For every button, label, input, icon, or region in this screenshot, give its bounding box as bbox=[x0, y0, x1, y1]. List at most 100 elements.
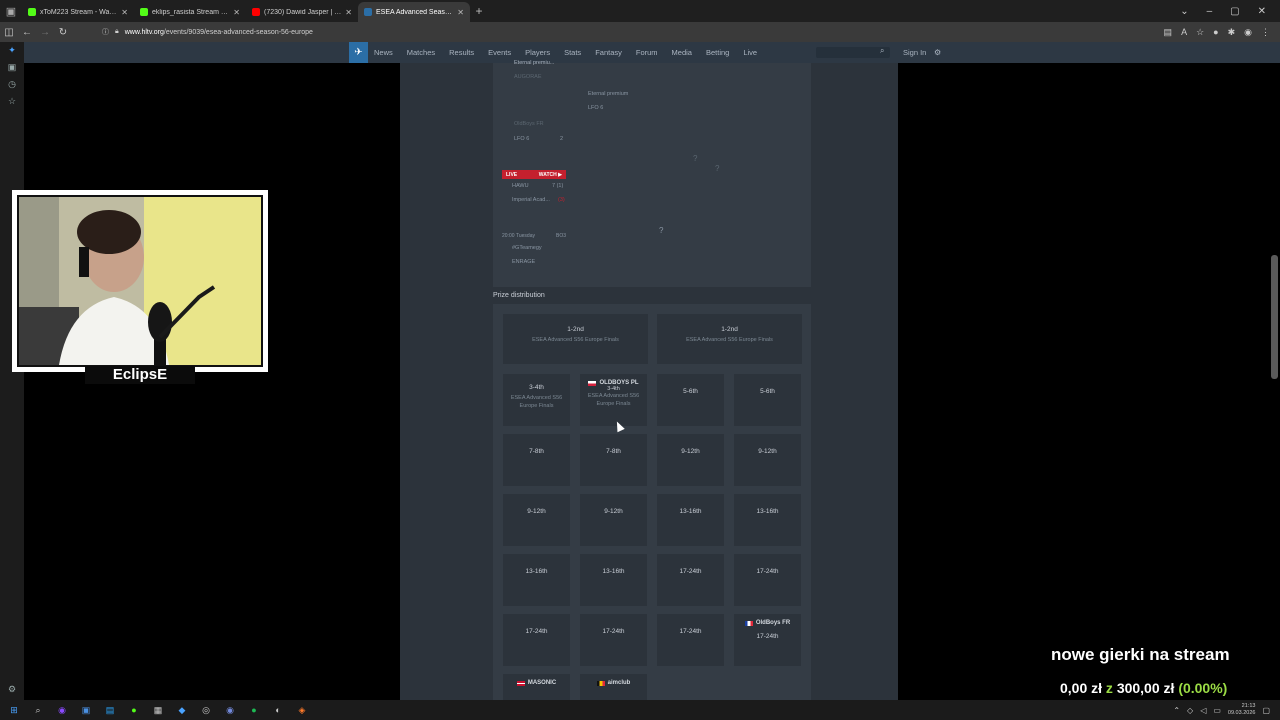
bracket-team[interactable]: AUGORAE bbox=[514, 74, 542, 80]
volume-icon[interactable]: ◁ bbox=[1200, 706, 1206, 715]
app-icon[interactable]: ▣ bbox=[78, 703, 94, 717]
history-icon[interactable]: ◷ bbox=[0, 76, 24, 93]
app-icon[interactable]: ◉ bbox=[54, 703, 70, 717]
bracket-team[interactable]: Imperial Acad... bbox=[512, 197, 550, 203]
chevron-up-icon[interactable]: ⌃ bbox=[1173, 706, 1180, 715]
unknown-team: ? bbox=[659, 226, 664, 235]
nav-news[interactable]: News bbox=[374, 48, 393, 57]
network-icon[interactable]: ◇ bbox=[1187, 706, 1193, 715]
tab-actions-icon[interactable]: ◫ bbox=[0, 27, 18, 38]
app-icon[interactable]: ▦ bbox=[150, 703, 166, 717]
youtube-icon bbox=[252, 8, 260, 16]
close-icon[interactable]: ✕ bbox=[457, 8, 464, 17]
nav-betting[interactable]: Betting bbox=[706, 48, 729, 57]
nav-live[interactable]: Live bbox=[743, 48, 757, 57]
team-aimclub[interactable]: aimclub bbox=[596, 680, 630, 686]
spotify-icon[interactable]: ● bbox=[246, 703, 262, 717]
new-tab-button[interactable]: + bbox=[470, 4, 488, 18]
url-field[interactable]: ⓘ 🔒︎ www.hltv.org/events/9039/esea-advan… bbox=[102, 27, 313, 37]
star-icon[interactable]: ☆ bbox=[1196, 27, 1204, 38]
favorites-icon[interactable]: ☆ bbox=[0, 93, 24, 110]
bracket-team[interactable]: Eternal premium bbox=[588, 91, 628, 97]
browser-tabstrip: ▣ xToM223 Stream - Watch Li✕ eklips_rasi… bbox=[0, 0, 1280, 22]
hltv-icon bbox=[364, 8, 372, 16]
discord-icon[interactable]: ◉ bbox=[222, 703, 238, 717]
bracket-team[interactable]: #GTeamegy bbox=[512, 245, 542, 251]
back-icon[interactable]: ← bbox=[18, 27, 36, 38]
app-icon[interactable]: ◈ bbox=[294, 703, 310, 717]
search-input[interactable] bbox=[816, 47, 890, 58]
sidebar-toggle-icon[interactable]: ▣ bbox=[0, 0, 22, 22]
bracket-team[interactable]: ENRAGE bbox=[512, 259, 535, 265]
nav-stats[interactable]: Stats bbox=[564, 48, 581, 57]
settings-icon[interactable]: ⚙ bbox=[8, 684, 16, 695]
nav-players[interactable]: Players bbox=[525, 48, 550, 57]
copilot-icon[interactable]: ✦ bbox=[0, 42, 24, 59]
search-icon[interactable]: ⌕ bbox=[880, 46, 884, 56]
close-icon[interactable]: ✕ bbox=[121, 8, 128, 17]
bracket-team[interactable]: LFO 6 bbox=[514, 136, 529, 142]
nav-fantasy[interactable]: Fantasy bbox=[595, 48, 622, 57]
nav-events[interactable]: Events bbox=[488, 48, 511, 57]
prize-distribution-title: Prize distribution bbox=[493, 292, 545, 299]
prize-cell: 13-16th bbox=[657, 494, 724, 546]
prize-cell: 13-16th bbox=[580, 554, 647, 606]
battery-icon[interactable]: ▭ bbox=[1213, 706, 1221, 715]
info-icon[interactable]: ⓘ bbox=[102, 27, 109, 37]
window-close-icon[interactable]: ✕ bbox=[1258, 6, 1266, 17]
bracket-team[interactable]: OldBoys FR bbox=[514, 121, 544, 127]
live-match-bar[interactable]: LIVE WATCH ▶ bbox=[502, 170, 566, 179]
app-icon[interactable]: ◆ bbox=[174, 703, 190, 717]
reload-icon[interactable]: ↻ bbox=[54, 27, 72, 38]
page-scrollbar[interactable] bbox=[1271, 255, 1278, 379]
bracket-team[interactable]: Eternal premiu... bbox=[514, 60, 554, 66]
bracket-team[interactable]: LFO 6 bbox=[588, 105, 603, 111]
reader-icon[interactable]: ▤ bbox=[1164, 27, 1173, 38]
tab-1[interactable]: xToM223 Stream - Watch Li✕ bbox=[22, 2, 134, 22]
bracket-team[interactable]: HAWU bbox=[512, 183, 529, 189]
tab-2[interactable]: eklips_rasista Stream - Kick Da✕ bbox=[134, 2, 246, 22]
prize-cell: OLDBOYS PL 3-4th ESEA Advanced S56 Europ… bbox=[580, 374, 647, 426]
nav-matches[interactable]: Matches bbox=[407, 48, 435, 57]
team-masonic[interactable]: MASONIC bbox=[516, 680, 556, 686]
gear-icon[interactable]: ⚙ bbox=[934, 48, 941, 57]
team-oldboys-fr[interactable]: OldBoys FR bbox=[744, 620, 790, 626]
steam-icon[interactable]: ◐ bbox=[270, 703, 286, 717]
prize-cell: MASONIC bbox=[503, 674, 570, 700]
nav-forum[interactable]: Forum bbox=[636, 48, 658, 57]
forward-icon[interactable]: → bbox=[36, 27, 54, 38]
translate-icon[interactable]: A bbox=[1181, 27, 1187, 38]
tab-4[interactable]: ESEA Advanced Season S6 Euro✕ bbox=[358, 2, 470, 22]
hltv-logo[interactable]: ✈ bbox=[349, 42, 368, 63]
streamer-name: EclipsE bbox=[85, 366, 195, 384]
profile-icon[interactable]: ◉ bbox=[1244, 27, 1252, 38]
menu-icon[interactable]: ⋮ bbox=[1261, 27, 1270, 38]
prize-cell: 1-2nd ESEA Advanced S56 Europe Finals bbox=[503, 314, 648, 364]
close-icon[interactable]: ✕ bbox=[345, 8, 352, 17]
watch-button[interactable]: WATCH ▶ bbox=[539, 172, 562, 178]
minimize-icon[interactable]: – bbox=[1207, 6, 1213, 17]
search-icon[interactable]: ⌕ bbox=[30, 703, 46, 717]
tab-search-icon[interactable]: ⌄ bbox=[1180, 6, 1188, 17]
bracket-score: (3) bbox=[558, 197, 565, 203]
nav-media[interactable]: Media bbox=[672, 48, 692, 57]
windows-start-icon[interactable]: ⊞ bbox=[6, 703, 22, 717]
prize-cell: 13-16th bbox=[734, 494, 801, 546]
app-icon[interactable]: ▤ bbox=[102, 703, 118, 717]
maximize-icon[interactable]: ▢ bbox=[1230, 6, 1239, 17]
puzzle-icon[interactable]: ✱ bbox=[1228, 27, 1236, 38]
extension-icon[interactable]: ● bbox=[1213, 27, 1218, 38]
notification-icon[interactable]: ▢ bbox=[1262, 706, 1270, 715]
system-clock[interactable]: 21:13 09.03.2026 bbox=[1228, 703, 1256, 716]
prize-cell: 1-2nd ESEA Advanced S56 Europe Finals bbox=[657, 314, 802, 364]
app-icon[interactable]: ◎ bbox=[198, 703, 214, 717]
prize-cell: 7-8th bbox=[503, 434, 570, 486]
tab-3[interactable]: (7230) Dawid Jasper | GRA W E✕ bbox=[246, 2, 358, 22]
app-icon[interactable]: ● bbox=[126, 703, 142, 717]
sign-in-link[interactable]: Sign In bbox=[903, 48, 926, 57]
prize-cell: 5-6th bbox=[657, 374, 724, 426]
close-icon[interactable]: ✕ bbox=[233, 8, 240, 17]
kick-icon bbox=[28, 8, 36, 16]
briefcase-icon[interactable]: ▣ bbox=[0, 59, 24, 76]
nav-results[interactable]: Results bbox=[449, 48, 474, 57]
